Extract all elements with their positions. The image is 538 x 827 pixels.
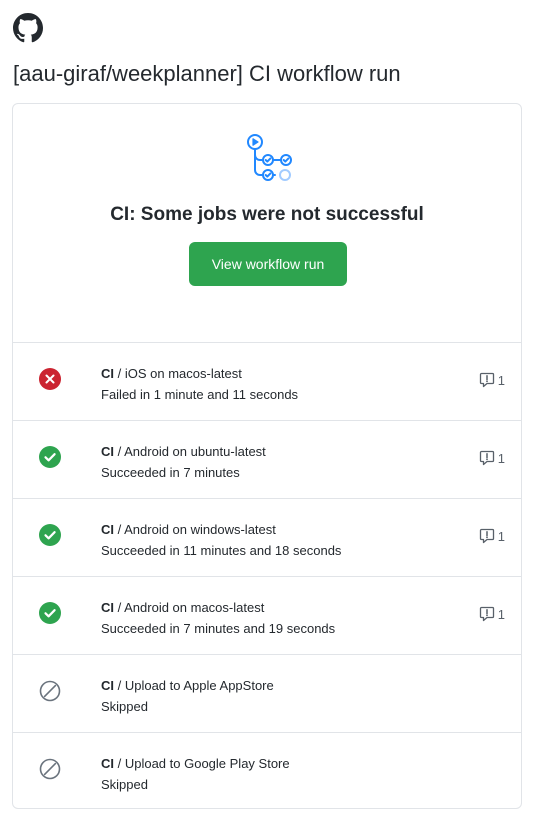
- job-status-text: Succeeded in 7 minutes and 19 seconds: [101, 621, 336, 636]
- skip-icon: [39, 758, 61, 780]
- job-name: Android on ubuntu-latest: [124, 444, 266, 459]
- job-details: CI / iOS on macos-latest Failed in 1 minu…: [101, 363, 298, 405]
- github-logo-icon[interactable]: [13, 13, 43, 43]
- x-circle-fill-icon: [39, 368, 61, 390]
- job-details: CI / Android on macos-latest Succeeded in…: [101, 597, 335, 639]
- title-separator: /: [114, 522, 125, 537]
- workflow-name: CI: [101, 756, 114, 771]
- job-details: CI / Upload to Apple AppStore Skipped: [101, 675, 274, 717]
- job-status-text: Skipped: [101, 777, 148, 792]
- title-separator: /: [114, 444, 125, 459]
- title-separator: /: [114, 366, 125, 381]
- skip-icon: [39, 680, 61, 702]
- run-summary: CI: Some jobs were not successful View w…: [13, 104, 521, 343]
- job-name: Android on macos-latest: [124, 600, 265, 615]
- job-title: CI / Android on ubuntu-latest: [101, 441, 266, 462]
- check-circle-fill-icon: [39, 602, 61, 624]
- job-row[interactable]: CI / Upload to Apple AppStore Skipped: [13, 655, 521, 733]
- job-details: CI / Android on ubuntu-latest Succeeded i…: [101, 441, 266, 483]
- annotations-count: 1: [497, 372, 505, 388]
- annotations-count: 1: [497, 450, 505, 466]
- check-circle-fill-icon: [39, 446, 61, 468]
- title-separator: /: [114, 678, 125, 693]
- email-subject: [aau-giraf/weekplanner] CI workflow run: [13, 61, 401, 86]
- job-row[interactable]: CI / Android on ubuntu-latest Succeeded i…: [13, 421, 521, 499]
- job-list: CI / iOS on macos-latest Failed in 1 minu…: [13, 343, 521, 808]
- annotations-badge[interactable]: 1: [479, 371, 505, 389]
- job-name: Upload to Apple AppStore: [124, 678, 274, 693]
- workflow-icon: [247, 134, 292, 181]
- job-row[interactable]: CI / iOS on macos-latest Failed in 1 minu…: [13, 343, 521, 421]
- job-status-text: Succeeded in 7 minutes: [101, 465, 240, 480]
- annotations-badge[interactable]: 1: [479, 527, 505, 545]
- annotations-count: 1: [497, 528, 505, 544]
- title-separator: /: [114, 756, 125, 771]
- view-workflow-run-button[interactable]: View workflow run: [189, 242, 347, 286]
- job-title: CI / Upload to Apple AppStore: [101, 675, 274, 696]
- check-circle-fill-icon: [39, 524, 61, 546]
- workflow-run-card: CI: Some jobs were not successful View w…: [12, 103, 522, 809]
- title-separator: /: [114, 600, 125, 615]
- workflow-name: CI: [101, 522, 114, 537]
- job-name: Android on windows-latest: [124, 522, 276, 537]
- job-name: Upload to Google Play Store: [124, 756, 290, 771]
- workflow-name: CI: [101, 678, 114, 693]
- job-name: iOS on macos-latest: [124, 366, 242, 381]
- workflow-name: CI: [101, 366, 114, 381]
- comment-alert-icon: [479, 372, 498, 388]
- job-title: CI / Upload to Google Play Store: [101, 753, 290, 774]
- workflow-name: CI: [101, 444, 114, 459]
- job-status-text: Failed in 1 minute and 11 seconds: [101, 387, 299, 402]
- job-details: CI / Upload to Google Play Store Skipped: [101, 753, 290, 795]
- job-details: CI / Android on windows-latest Succeeded …: [101, 519, 341, 561]
- comment-alert-icon: [479, 606, 498, 622]
- annotations-badge[interactable]: 1: [479, 449, 505, 467]
- job-title: CI / Android on windows-latest: [101, 519, 341, 540]
- annotations-count: 1: [497, 606, 505, 622]
- comment-alert-icon: [479, 450, 498, 466]
- workflow-name: CI: [101, 600, 114, 615]
- job-row[interactable]: CI / Upload to Google Play Store Skipped: [13, 733, 521, 808]
- job-row[interactable]: CI / Android on macos-latest Succeeded in…: [13, 577, 521, 655]
- job-status-text: Succeeded in 11 minutes and 18 seconds: [101, 543, 342, 558]
- job-title: CI / Android on macos-latest: [101, 597, 335, 618]
- annotations-badge[interactable]: 1: [479, 605, 505, 623]
- job-title: CI / iOS on macos-latest: [101, 363, 298, 384]
- job-row[interactable]: CI / Android on windows-latest Succeeded …: [13, 499, 521, 577]
- run-result-headline: CI: Some jobs were not successful: [110, 204, 424, 225]
- job-status-text: Skipped: [101, 699, 148, 714]
- comment-alert-icon: [479, 528, 498, 544]
